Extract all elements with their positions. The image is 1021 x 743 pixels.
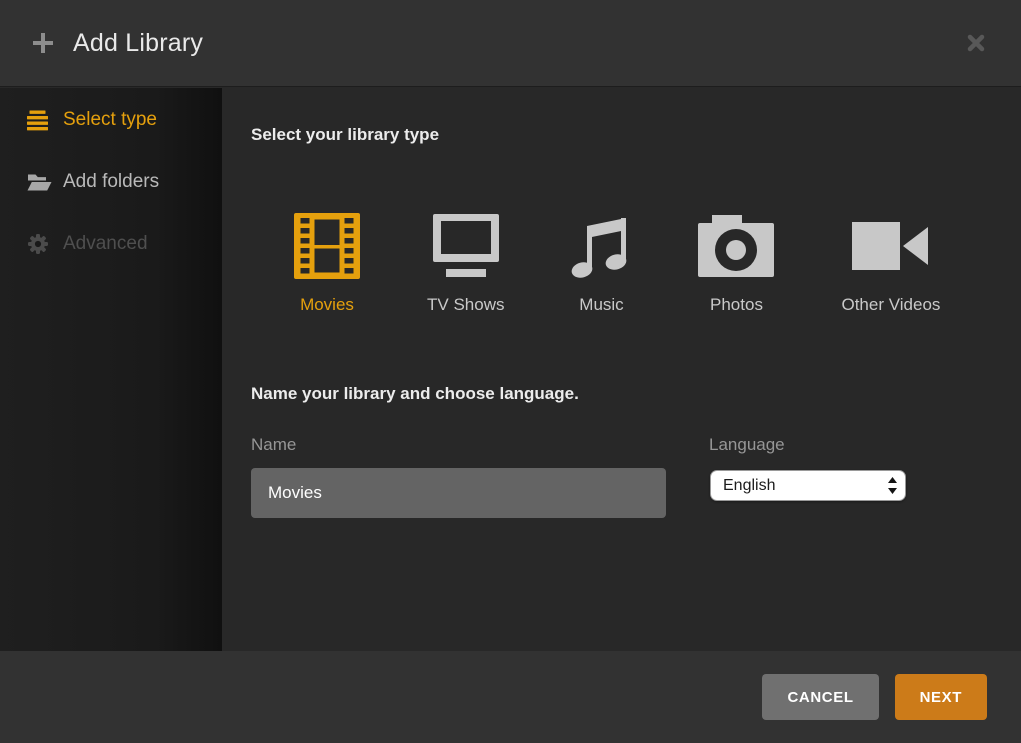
sidebar-item-label: Select type <box>63 109 157 131</box>
select-arrows-icon <box>888 476 897 495</box>
language-field-label: Language <box>709 435 785 455</box>
gear-icon <box>27 233 53 255</box>
music-note-icon <box>571 212 631 280</box>
library-name-input[interactable] <box>251 468 666 518</box>
language-select[interactable]: English <box>710 470 906 501</box>
step-content: Select your library type <box>222 88 1021 651</box>
sidebar-item-select-type[interactable]: Select type <box>0 107 222 133</box>
folder-open-icon <box>27 173 53 192</box>
library-type-label: Music <box>579 295 623 315</box>
sidebar-item-label: Advanced <box>63 233 148 255</box>
library-type-movies[interactable]: Movies <box>294 212 360 315</box>
library-type-picker: Movies TV Shows <box>294 212 940 315</box>
library-type-label: Other Videos <box>841 295 940 315</box>
add-library-dialog: Add Library Select type <box>0 0 1021 743</box>
library-type-photos[interactable]: Photos <box>698 212 774 315</box>
select-type-heading: Select your library type <box>251 124 439 145</box>
video-camera-icon <box>852 212 930 280</box>
dialog-title: Add Library <box>73 29 203 58</box>
dialog-footer: CANCEL NEXT <box>0 651 1021 743</box>
library-type-label: Photos <box>710 295 763 315</box>
next-button[interactable]: NEXT <box>895 674 987 720</box>
list-icon <box>27 110 53 131</box>
camera-icon <box>698 212 774 280</box>
language-selected-value: English <box>723 477 888 495</box>
sidebar-item-advanced: Advanced <box>0 231 222 257</box>
name-field-label: Name <box>251 435 296 455</box>
plus-icon <box>30 30 56 56</box>
tv-icon <box>432 212 500 280</box>
library-type-label: TV Shows <box>427 295 504 315</box>
library-type-other-videos[interactable]: Other Videos <box>841 212 940 315</box>
sidebar-item-label: Add folders <box>63 171 159 193</box>
library-type-music[interactable]: Music <box>571 212 631 315</box>
sidebar-item-add-folders[interactable]: Add folders <box>0 169 222 195</box>
cancel-button[interactable]: CANCEL <box>762 674 878 720</box>
film-icon <box>294 212 360 280</box>
close-icon[interactable] <box>961 28 991 58</box>
library-type-label: Movies <box>300 295 354 315</box>
library-type-tv-shows[interactable]: TV Shows <box>427 212 504 315</box>
dialog-header: Add Library <box>0 0 1021 87</box>
wizard-steps-sidebar: Select type Add folders <box>0 88 222 651</box>
dialog-body: Select type Add folders <box>0 88 1021 651</box>
name-language-heading: Name your library and choose language. <box>251 383 579 404</box>
